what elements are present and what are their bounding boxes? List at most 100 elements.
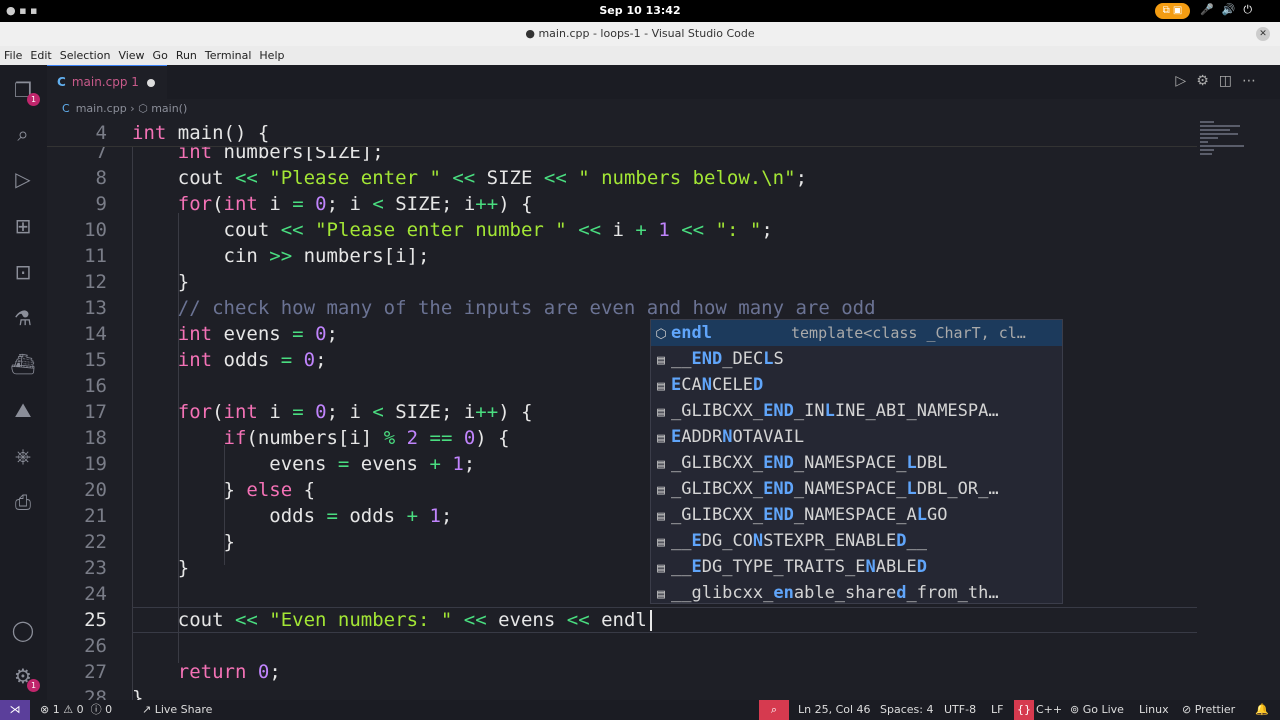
code-line[interactable]: odds = odds + 1; [132,505,452,527]
code-line[interactable]: } else { [132,479,316,501]
code-line[interactable]: int odds = 0; [132,349,327,371]
suggestion-item[interactable]: ▤ __glibcxx_enable_shared_from_th… [651,580,1062,606]
code-line[interactable]: cout << "Please enter number " << i + 1 … [132,219,773,241]
indentation[interactable]: Spaces: 4 [880,700,933,720]
explorer-badge: 1 [27,93,40,106]
menu-file[interactable]: File [4,49,22,62]
line-number[interactable]: 18 [47,427,107,449]
line-number[interactable]: 11 [47,245,107,267]
line-number[interactable]: 15 [47,349,107,371]
suggestion-label: ECANCELED [671,375,764,395]
line-number[interactable]: 14 [47,323,107,345]
settings-gear-icon[interactable]: ⚙ 1 [10,663,40,692]
end-of-line[interactable]: LF [991,700,1003,720]
settings-icon[interactable]: ⚙ [1196,73,1219,89]
suggestion-item[interactable]: ▤ _GLIBCXX_END_NAMESPACE_LDBL [651,450,1062,476]
system-clock[interactable]: Sep 10 13:42 [0,4,1280,17]
suggestion-item[interactable]: ▤ _GLIBCXX_END_NAMESPACE_LDBL_OR_… [651,476,1062,502]
breadcrumb-file[interactable]: main.cpp [76,102,127,115]
line-number[interactable]: 26 [47,635,107,657]
breadcrumb-symbol[interactable]: main() [151,102,187,115]
line-number[interactable]: 13 [47,297,107,319]
testing-icon[interactable]: ⚗ [10,305,36,331]
line-number[interactable]: 8 [47,167,107,189]
line-number[interactable]: 17 [47,401,107,423]
live-share-icon[interactable]: ⛰ [10,397,36,423]
encoding[interactable]: UTF-8 [944,700,976,720]
split-editor-icon[interactable]: ◫ [1219,73,1242,89]
account-icon[interactable]: ◯ [10,617,36,643]
run-code-icon[interactable]: ▷ [1175,73,1196,89]
menu-edit[interactable]: Edit [30,49,51,62]
code-line[interactable]: for(int i = 0; i < SIZE; i++) { [132,193,533,215]
suggestion-item[interactable]: ▤ __EDG_TYPE_TRAITS_ENABLED [651,554,1062,580]
code-line[interactable]: return 0; [132,661,281,683]
minimap[interactable] [1200,119,1250,179]
suggestion-item[interactable]: ▤ EADDRNOTAVAIL [651,424,1062,450]
code-line[interactable]: } [132,271,189,293]
problems-indicator[interactable]: ⊗ 1 ⚠ 0 ⓘ 0 [40,700,112,720]
line-number[interactable]: 21 [47,505,107,527]
live-share-button[interactable]: ↗ Live Share [142,700,212,720]
menu-view[interactable]: View [118,49,144,62]
system-tray-icons[interactable]: 🎤🔊⏻ [1200,3,1260,17]
line-number[interactable]: 9 [47,193,107,215]
menu-terminal[interactable]: Terminal [205,49,252,62]
error-lens-icon[interactable]: ⌕ [759,700,789,720]
suggestion-item[interactable]: ▤ __EDG_CONSTEXPR_ENABLED__ [651,528,1062,554]
window-close-button[interactable]: ✕ [1256,27,1270,41]
line-number[interactable]: 27 [47,661,107,683]
menu-help[interactable]: Help [259,49,284,62]
line-number[interactable]: 12 [47,271,107,293]
code-line[interactable]: // check how many of the inputs are even… [132,297,876,319]
code-line[interactable]: } [132,557,189,579]
line-number[interactable]: 23 [47,557,107,579]
line-number[interactable]: 24 [47,583,107,605]
braces-icon[interactable]: {} [1014,700,1034,720]
line-number[interactable]: 25 [47,609,107,631]
suggestion-item[interactable]: ▤ _GLIBCXX_END_NAMESPACE_ALGO [651,502,1062,528]
extensions-tray-icon[interactable]: ⧉ ▣ [1155,3,1190,19]
kubernetes-icon[interactable]: ⎈ [10,443,36,469]
sticky-scroll-header[interactable]: 4 int main() { [47,119,1197,147]
os-indicator[interactable]: Linux [1139,700,1169,720]
tab-main-cpp[interactable]: Cmain.cpp 1 [47,65,167,99]
notifications-bell-icon[interactable]: 🔔 [1255,700,1269,720]
language-mode[interactable]: C++ [1036,700,1062,720]
code-line[interactable]: evens = evens + 1; [132,453,475,475]
line-number[interactable]: 22 [47,531,107,553]
book-icon[interactable]: ⎙ [10,489,36,515]
suggestion-item[interactable]: ▤ _GLIBCXX_END_INLINE_ABI_NAMESPA… [651,398,1062,424]
line-number[interactable]: 20 [47,479,107,501]
go-live-button[interactable]: ⊚ Go Live [1070,700,1124,720]
menu-run[interactable]: Run [176,49,197,62]
code-line[interactable]: int evens = 0; [132,323,338,345]
code-line[interactable]: for(int i = 0; i < SIZE; i++) { [132,401,533,423]
code-line[interactable]: if(numbers[i] % 2 == 0) { [132,427,510,449]
remote-explorer-icon[interactable]: ⊡ [10,259,36,285]
run-debug-icon[interactable]: ▷ [10,166,36,192]
code-line[interactable]: cout << "Even numbers: " << evens << end… [132,609,647,631]
line-number[interactable]: 19 [47,453,107,475]
docker-icon[interactable]: ⛴ [10,351,36,377]
menu-go[interactable]: Go [153,49,168,62]
cursor-position[interactable]: Ln 25, Col 46 [798,700,871,720]
code-line[interactable]: cin >> numbers[i]; [132,245,430,267]
unsaved-dot-icon[interactable] [147,79,155,87]
search-icon[interactable]: ⌕ [10,121,36,147]
remote-indicator-icon[interactable]: ⋊ [0,700,30,720]
more-actions-icon[interactable]: ⋯ [1242,73,1266,89]
code-line[interactable]: cout << "Please enter " << SIZE << " num… [132,167,807,189]
suggestion-item[interactable]: ▤ __END_DECLS [651,346,1062,372]
prettier-button[interactable]: ⊘ Prettier [1182,700,1235,720]
code-line[interactable]: } [132,687,143,700]
code-line[interactable]: } [132,531,235,553]
extensions-icon[interactable]: ⊞ [10,213,36,239]
suggestion-item[interactable]: ⬡ endl template<class _CharT, cl… [651,320,1062,346]
line-number[interactable]: 16 [47,375,107,397]
explorer-icon[interactable]: ❐ 1 [10,77,40,106]
suggestion-item[interactable]: ▤ ECANCELED [651,372,1062,398]
line-number[interactable]: 28 [47,687,107,700]
menu-selection[interactable]: Selection [60,49,111,62]
line-number[interactable]: 10 [47,219,107,241]
